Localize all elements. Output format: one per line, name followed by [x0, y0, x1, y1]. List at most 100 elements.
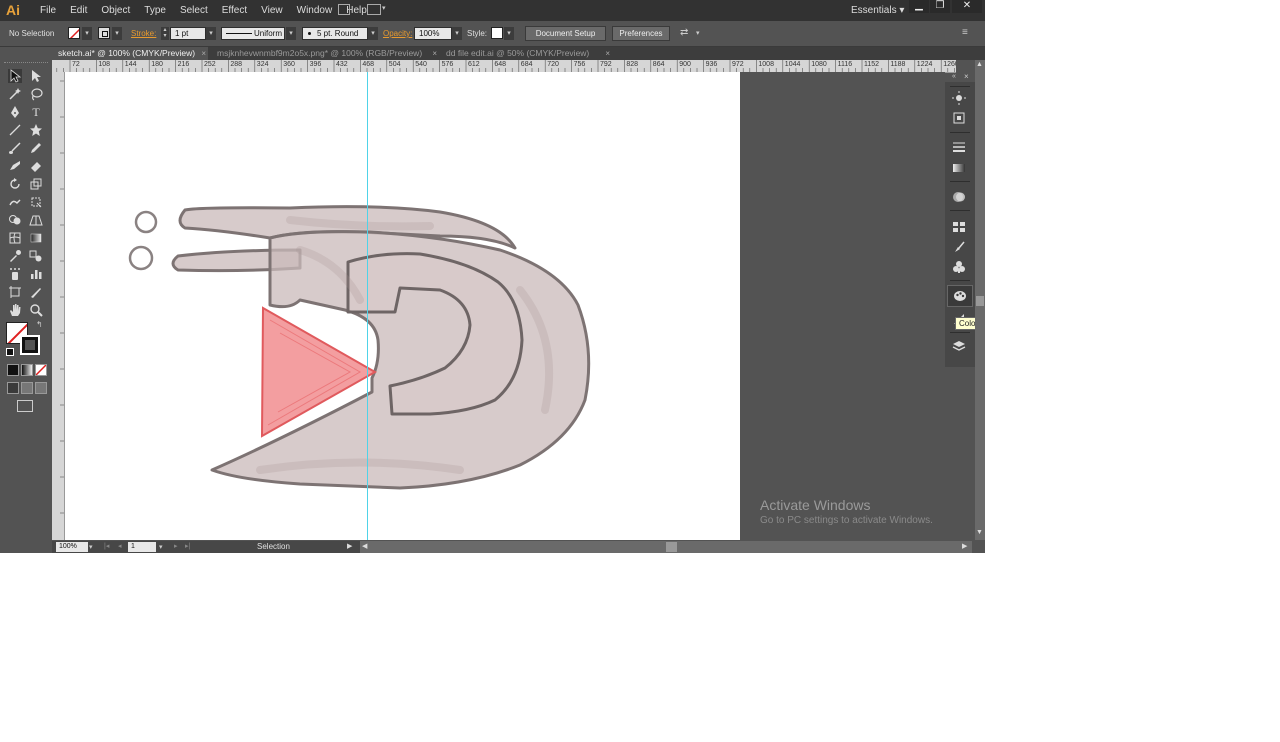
vertical-ruler[interactable]: [52, 72, 65, 540]
close-icon[interactable]: ×: [201, 47, 206, 60]
pen-tool-icon[interactable]: [8, 105, 22, 119]
scroll-thumb[interactable]: [666, 542, 677, 552]
zoom-field[interactable]: 100%: [56, 542, 88, 552]
first-artboard-icon[interactable]: |◂: [104, 542, 109, 550]
lasso-tool-icon[interactable]: [29, 87, 43, 101]
layers-icon[interactable]: [952, 339, 966, 353]
sketch-artwork[interactable]: [65, 72, 740, 540]
eyedropper-tool-icon[interactable]: [8, 249, 22, 263]
chevron-down-icon[interactable]: ▾: [368, 27, 378, 40]
graphic-style-swatch[interactable]: [491, 27, 503, 39]
vertical-scrollbar[interactable]: ▲ ▼: [975, 60, 985, 540]
scroll-right-icon[interactable]: ▶: [962, 542, 967, 550]
stroke-swatch[interactable]: [98, 27, 110, 39]
slice-tool-icon[interactable]: [29, 285, 43, 299]
perspective-grid-tool-icon[interactable]: [29, 213, 43, 227]
scale-tool-icon[interactable]: [29, 177, 43, 191]
status-menu-icon[interactable]: ▶: [347, 542, 352, 550]
stepper-icon[interactable]: ▴ ▾: [161, 27, 169, 40]
close-icon[interactable]: ×: [605, 47, 610, 60]
arrange-icon[interactable]: ⇄: [680, 27, 688, 38]
tab-sketch[interactable]: sketch.ai* @ 100% (CMYK/Preview) ×: [52, 47, 208, 60]
magic-wand-tool-icon[interactable]: [8, 87, 22, 101]
hand-tool-icon[interactable]: [8, 303, 22, 317]
menu-type[interactable]: Type: [137, 0, 173, 21]
zoom-tool-icon[interactable]: [29, 303, 43, 317]
screen-mode-icon[interactable]: [17, 400, 33, 412]
chevron-down-icon[interactable]: ▾: [504, 27, 514, 40]
close-icon[interactable]: ×: [432, 47, 437, 60]
swatches-icon[interactable]: [952, 220, 966, 234]
scroll-up-icon[interactable]: ▲: [976, 61, 983, 68]
transparency-icon[interactable]: [952, 190, 966, 204]
chevron-down-icon[interactable]: ▾: [112, 27, 122, 40]
close-icon[interactable]: ×: [964, 72, 969, 81]
stroke-profile-select[interactable]: Uniform: [221, 27, 285, 40]
next-artboard-icon[interactable]: ▸: [174, 542, 178, 550]
horizontal-scrollbar[interactable]: ◀ ▶: [360, 541, 972, 553]
chevron-down-icon[interactable]: ▾: [382, 4, 386, 12]
workspace-switcher[interactable]: Essentials ▾: [851, 0, 904, 21]
direct-selection-tool-icon[interactable]: [29, 69, 43, 83]
symbols-icon[interactable]: [952, 260, 966, 274]
bridge-icon[interactable]: [338, 4, 350, 15]
eraser-tool-icon[interactable]: [29, 159, 43, 173]
stroke-icon[interactable]: [952, 140, 966, 154]
menu-file[interactable]: File: [33, 0, 63, 21]
menu-object[interactable]: Object: [94, 0, 137, 21]
stroke-color-swatch[interactable]: [20, 335, 40, 355]
menu-edit[interactable]: Edit: [63, 0, 94, 21]
scroll-thumb[interactable]: [976, 296, 984, 306]
minimize-icon[interactable]: ▁: [909, 0, 929, 13]
mesh-tool-icon[interactable]: [8, 231, 22, 245]
line-tool-icon[interactable]: [8, 123, 22, 137]
last-artboard-icon[interactable]: ▸|: [185, 542, 190, 550]
gradient-mode-icon[interactable]: [21, 364, 33, 376]
none-mode-icon[interactable]: [35, 364, 47, 376]
brush-definition-select[interactable]: 5 pt. Round: [302, 27, 368, 40]
stroke-label[interactable]: Stroke:: [131, 21, 156, 46]
gradient-icon[interactable]: [952, 161, 966, 175]
chevron-down-icon[interactable]: ▾: [159, 543, 163, 551]
chevron-down-icon[interactable]: ▾: [89, 543, 93, 551]
tab-dd-file[interactable]: dd file edit.ai @ 50% (CMYK/Preview) ×: [440, 47, 612, 60]
vertical-guide[interactable]: [367, 72, 368, 540]
menu-view[interactable]: View: [254, 0, 290, 21]
selection-tool-icon[interactable]: [8, 69, 22, 83]
preferences-button[interactable]: Preferences: [612, 26, 670, 41]
menu-effect[interactable]: Effect: [215, 0, 254, 21]
brushes-icon[interactable]: [952, 240, 966, 254]
transform-icon[interactable]: [952, 111, 966, 125]
panel-menu-icon[interactable]: ≡: [962, 27, 968, 38]
free-transform-tool-icon[interactable]: [29, 195, 43, 209]
chevron-down-icon[interactable]: ▾: [82, 27, 92, 40]
arrange-documents-icon[interactable]: [367, 4, 381, 15]
opacity-label[interactable]: Opacity:: [383, 21, 412, 46]
color-panel-button[interactable]: [947, 285, 973, 307]
default-colors-icon[interactable]: [6, 348, 14, 356]
previous-artboard-icon[interactable]: ◂: [118, 542, 122, 550]
artboard[interactable]: [65, 72, 740, 540]
menu-window[interactable]: Window: [290, 0, 340, 21]
type-tool-icon[interactable]: T: [29, 105, 43, 119]
chevron-down-icon[interactable]: ▾: [452, 27, 462, 40]
artboard-tool-icon[interactable]: [8, 285, 22, 299]
scroll-down-icon[interactable]: ▼: [976, 529, 983, 536]
chevron-down-icon[interactable]: ▾: [206, 27, 216, 40]
color-mode-icon[interactable]: [7, 364, 19, 376]
gradient-tool-icon[interactable]: [29, 231, 43, 245]
pasteboard[interactable]: [740, 72, 945, 540]
draw-behind-icon[interactable]: [21, 382, 33, 394]
document-setup-button[interactable]: Document Setup: [525, 26, 606, 41]
restore-icon[interactable]: ❐: [930, 0, 950, 13]
menu-select[interactable]: Select: [173, 0, 215, 21]
symbol-sprayer-tool-icon[interactable]: [8, 267, 22, 281]
star-tool-icon[interactable]: [29, 123, 43, 137]
draw-inside-icon[interactable]: [35, 382, 47, 394]
chevron-down-icon[interactable]: ▾: [696, 29, 700, 37]
stroke-weight-field[interactable]: 1 pt: [170, 27, 206, 40]
rotate-tool-icon[interactable]: [8, 177, 22, 191]
pencil-tool-icon[interactable]: [29, 141, 43, 155]
shape-builder-tool-icon[interactable]: [8, 213, 22, 227]
tab-png-file[interactable]: msjknhevwnmbf9m2o5x.png* @ 100% (RGB/Pre…: [211, 47, 439, 60]
